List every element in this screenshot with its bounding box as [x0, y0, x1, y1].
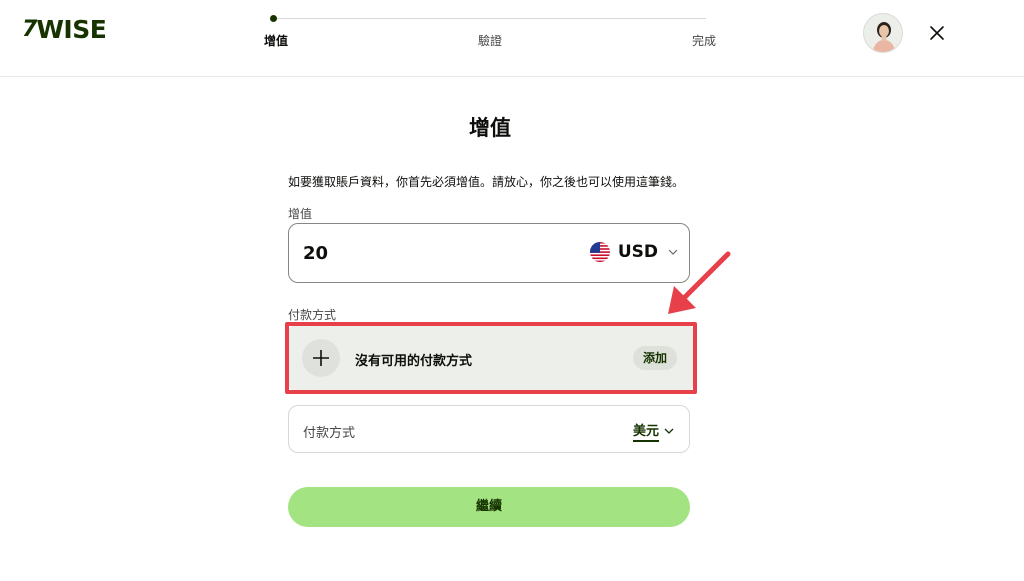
- us-flag-icon: [589, 242, 610, 262]
- stepper-current-dot: [270, 15, 277, 22]
- payment-currency-text: 美元: [632, 420, 659, 442]
- logo-text: WISE: [36, 14, 107, 44]
- step-verify: 驗證: [478, 34, 503, 48]
- step-complete: 完成: [691, 34, 716, 48]
- progress-stepper: 增值 驗證 完成: [264, 10, 716, 50]
- amount-label: 增值: [288, 207, 313, 221]
- stepper-track: [274, 18, 706, 19]
- payment-currency-selector[interactable]: 美元: [632, 420, 675, 442]
- page-title: 增值: [469, 116, 511, 140]
- chevron-down-icon: [664, 428, 674, 434]
- currency-code: USD: [617, 242, 658, 262]
- payment-method-field-label: 付款方式: [303, 426, 356, 441]
- wise-logo[interactable]: 7 WISE: [22, 14, 107, 44]
- highlight-box: [285, 322, 697, 394]
- payment-method-select[interactable]: 付款方式 美元: [288, 405, 690, 453]
- logo-mark: 7: [22, 16, 37, 42]
- continue-button[interactable]: 繼續: [288, 487, 690, 527]
- amount-input[interactable]: 20 USD: [288, 223, 690, 283]
- intro-text: 如要獲取賬戶資料，你首先必須增值。請放心，你之後也可以使用這筆錢。: [288, 175, 685, 189]
- step-top-up: 增值: [264, 34, 289, 48]
- avatar-image: [864, 14, 902, 52]
- top-bar: 7 WISE 增值 驗證 完成: [0, 0, 1024, 77]
- close-icon[interactable]: [926, 22, 948, 44]
- payment-method-label: 付款方式: [288, 308, 337, 322]
- pointer-arrow-icon: [668, 251, 731, 314]
- amount-value[interactable]: 20: [303, 243, 328, 264]
- user-avatar[interactable]: [863, 13, 903, 53]
